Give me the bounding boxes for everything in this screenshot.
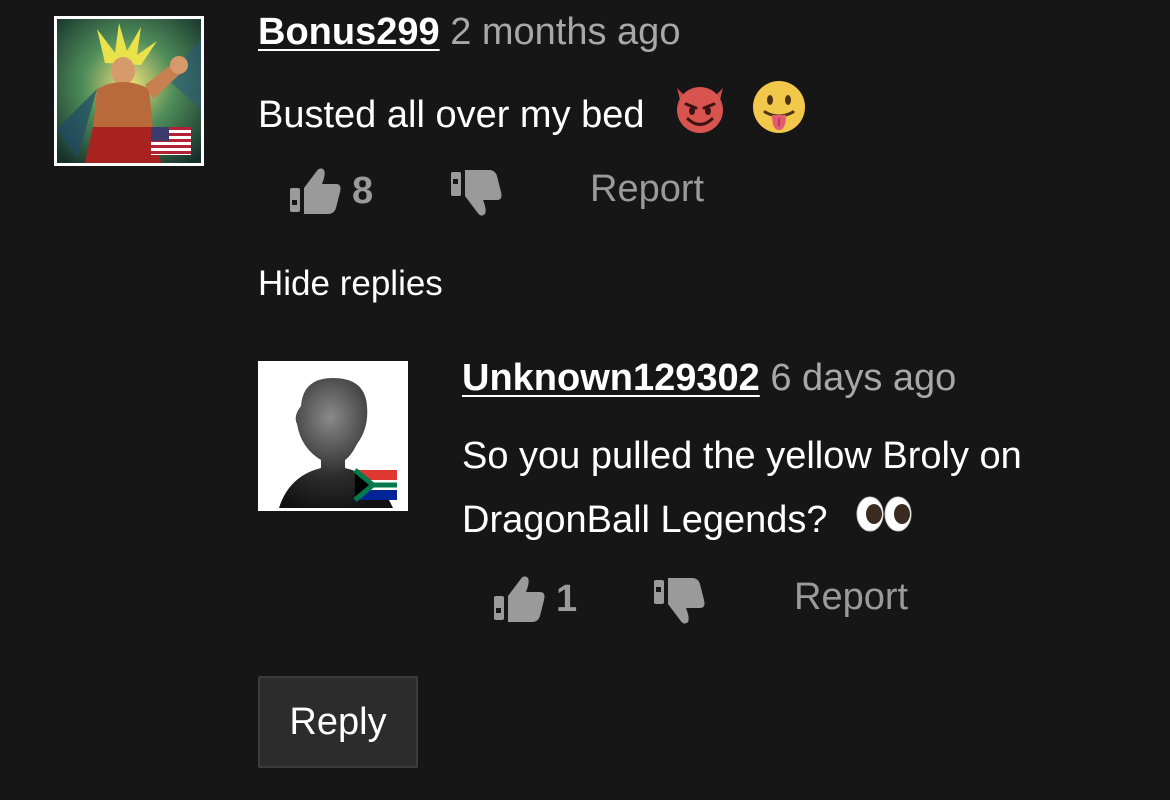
comment-text: Busted all over my bed (258, 94, 645, 137)
reply-text-line-2-text: DragonBall Legends? (462, 499, 828, 541)
like-button[interactable]: 8 (288, 166, 373, 216)
username-link[interactable]: Unknown129302 (462, 357, 760, 399)
report-link[interactable]: Report (794, 576, 908, 619)
user-avatar-unknown129302[interactable] (258, 361, 408, 511)
timestamp: 6 days ago (770, 357, 957, 399)
thumbs-up-icon (290, 168, 341, 214)
reply-button[interactable]: Reply (258, 676, 418, 768)
comment-body: Busted all over my bed (258, 78, 808, 156)
default-avatar-image (261, 364, 405, 508)
comment-header: Bonus299 2 months ago (258, 10, 680, 54)
south-africa-flag-icon (353, 468, 397, 502)
like-count: 1 (556, 577, 578, 620)
report-link[interactable]: Report (590, 168, 704, 211)
smiling-imp-emoji (671, 78, 729, 156)
like-button[interactable]: 1 (492, 574, 577, 624)
eyes-emoji (854, 490, 914, 554)
us-flag-icon (151, 127, 191, 155)
reply-text-line-1: So you pulled the yellow Broly on (462, 435, 1022, 477)
timestamp: 2 months ago (450, 11, 681, 53)
thumbs-up-icon (494, 576, 545, 622)
dislike-button[interactable] (652, 576, 706, 626)
user-avatar-bonus299[interactable] (54, 16, 204, 166)
thumbs-down-icon (654, 578, 705, 624)
comment-thread: Bonus299 2 months ago Busted all over my… (0, 0, 1170, 800)
username-link[interactable]: Bonus299 (258, 11, 440, 53)
reply-body: So you pulled the yellow Broly on Dragon… (462, 424, 1022, 554)
dislike-button[interactable] (449, 168, 503, 218)
broly-avatar-image (57, 19, 201, 163)
thumbs-down-icon (451, 170, 502, 216)
reply-text-line-2: DragonBall Legends? (462, 488, 1022, 554)
tongue-out-emoji (750, 78, 808, 156)
hide-replies-link[interactable]: Hide replies (258, 264, 443, 304)
like-count: 8 (352, 169, 374, 212)
reply-header: Unknown129302 6 days ago (462, 356, 956, 400)
